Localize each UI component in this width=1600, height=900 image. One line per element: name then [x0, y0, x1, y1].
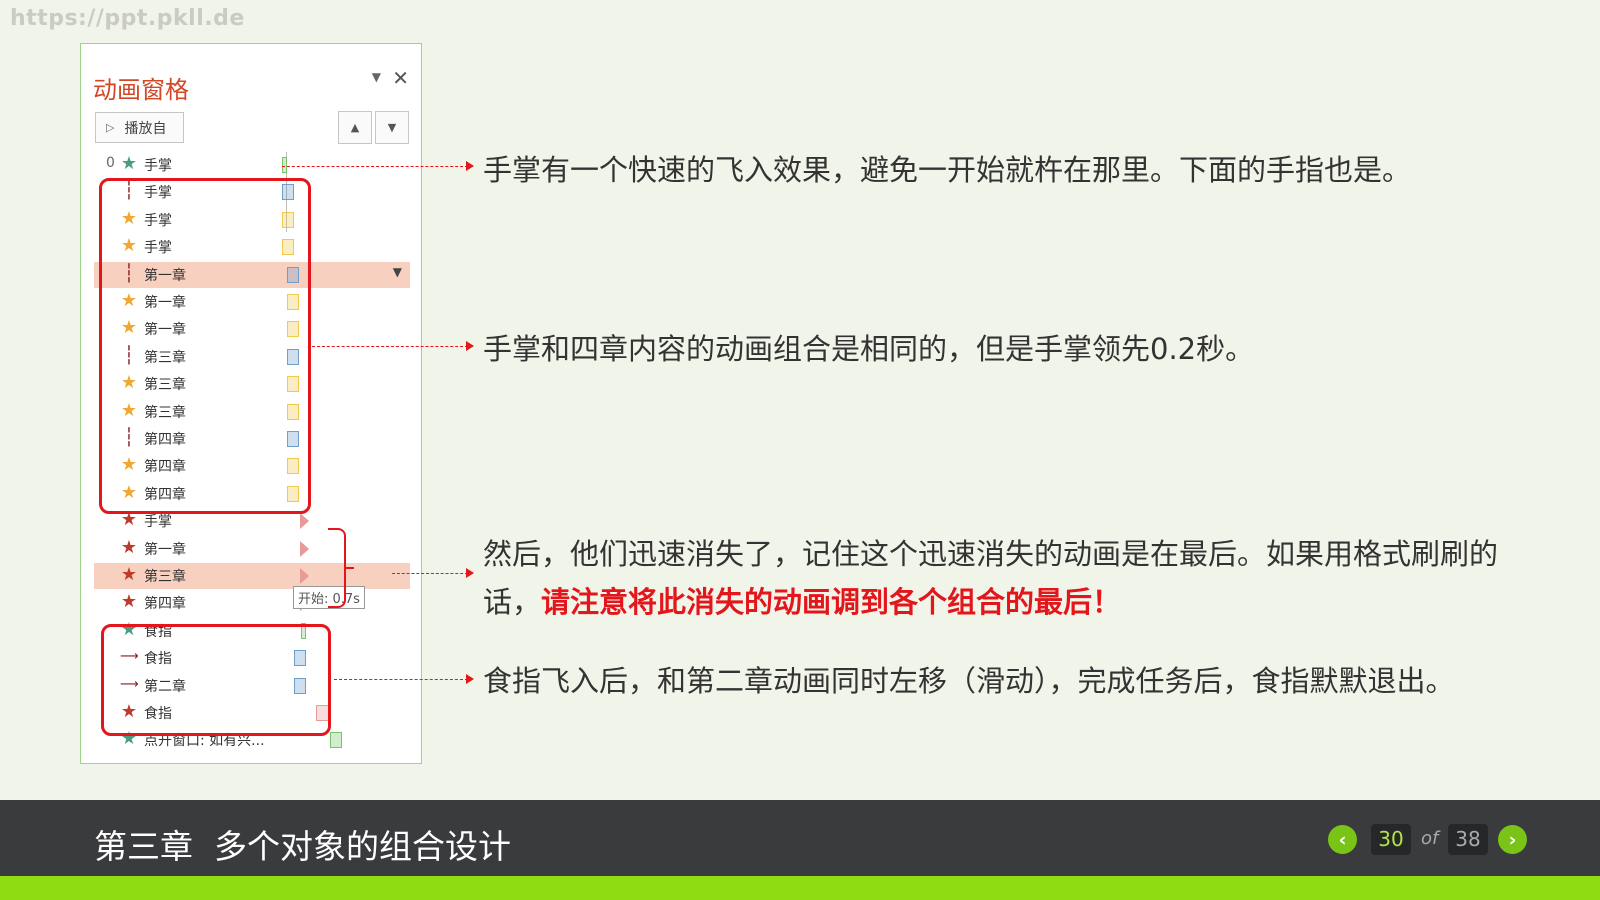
connector-arrow-4: [334, 674, 474, 684]
row-label: 手掌: [144, 158, 172, 174]
timing-bar[interactable]: [282, 157, 287, 173]
play-from-label: 播放自: [124, 120, 167, 137]
animation-row[interactable]: ★ 第一章: [94, 536, 410, 562]
move-down-button[interactable]: ▼: [375, 111, 409, 144]
star-green-icon: ★: [120, 153, 138, 174]
star-red-icon: ★: [120, 536, 138, 558]
row-number: 0: [106, 155, 115, 171]
page-of-label: of: [1421, 828, 1439, 849]
note-highlight: 请注意将此消失的动画调到各个组合的最后！: [541, 585, 1122, 619]
exit-bracket: [328, 528, 354, 608]
note-text: 食指飞入后，和第二章动画同时左移（滑动），完成任务后，食指默默退出。: [483, 664, 1455, 698]
pane-title: 动画窗格: [93, 76, 189, 104]
row-dropdown-icon[interactable]: ▼: [393, 265, 402, 279]
timing-bar[interactable]: [300, 513, 309, 530]
move-up-button[interactable]: ▲: [338, 111, 372, 144]
current-page: 30: [1371, 824, 1411, 855]
note-exit-order: 然后，他们迅速消失了，记住这个迅速消失的动画是在最后。如果用格式刷刷的话，请注意…: [483, 530, 1553, 626]
play-from-button[interactable]: ▷ 播放自: [95, 112, 184, 143]
watermark: https://ppt.pkll.de: [10, 6, 245, 31]
chevron-left-icon[interactable]: ‹: [1328, 825, 1357, 854]
timing-bar[interactable]: [330, 732, 342, 749]
connector-arrow-3: [392, 568, 474, 578]
connector-arrow-2: [312, 341, 474, 351]
note-same-combination: 手掌和四章内容的动画组合是相同的，但是手掌领先0.2秒。: [483, 325, 1254, 373]
connector-arrow-1: [282, 161, 474, 171]
star-red-icon: ★: [120, 591, 138, 613]
timing-bar[interactable]: [300, 540, 309, 557]
row-label: 第四章: [144, 596, 186, 613]
note-text: 手掌有一个快速的飞入效果，避免一开始就杵在那里。下面的手指也是。: [483, 153, 1412, 187]
row-label: 第一章: [144, 541, 186, 558]
footer-bar: 第三章 多个对象的组合设计 ‹ 30 of 38 ›: [0, 800, 1600, 876]
note-index-finger: 食指飞入后，和第二章动画同时左移（滑动），完成任务后，食指默默退出。: [483, 657, 1455, 705]
close-icon[interactable]: ✕: [392, 66, 409, 90]
row-label: 手掌: [144, 514, 172, 531]
chevron-right-icon[interactable]: ›: [1498, 825, 1527, 854]
timing-bar[interactable]: [300, 568, 309, 584]
animation-row[interactable]: 0 ★ 手掌: [94, 152, 410, 178]
chevron-down-icon[interactable]: ▼: [372, 70, 381, 84]
total-pages: 38: [1448, 824, 1488, 855]
accent-strip: [0, 876, 1600, 900]
chapter-title: 第三章 多个对象的组合设计: [94, 827, 511, 866]
play-icon: ▷: [106, 121, 115, 134]
note-palm-fly-in: 手掌有一个快速的飞入效果，避免一开始就杵在那里。下面的手指也是。: [483, 146, 1411, 194]
highlight-box-group-1: [99, 178, 311, 514]
star-red-icon: ★: [120, 564, 138, 585]
highlight-box-group-2: [101, 624, 331, 736]
row-label: 第三章: [144, 569, 186, 585]
note-text: 手掌和四章内容的动画组合是相同的，但是手掌领先0.2秒。: [483, 332, 1255, 366]
